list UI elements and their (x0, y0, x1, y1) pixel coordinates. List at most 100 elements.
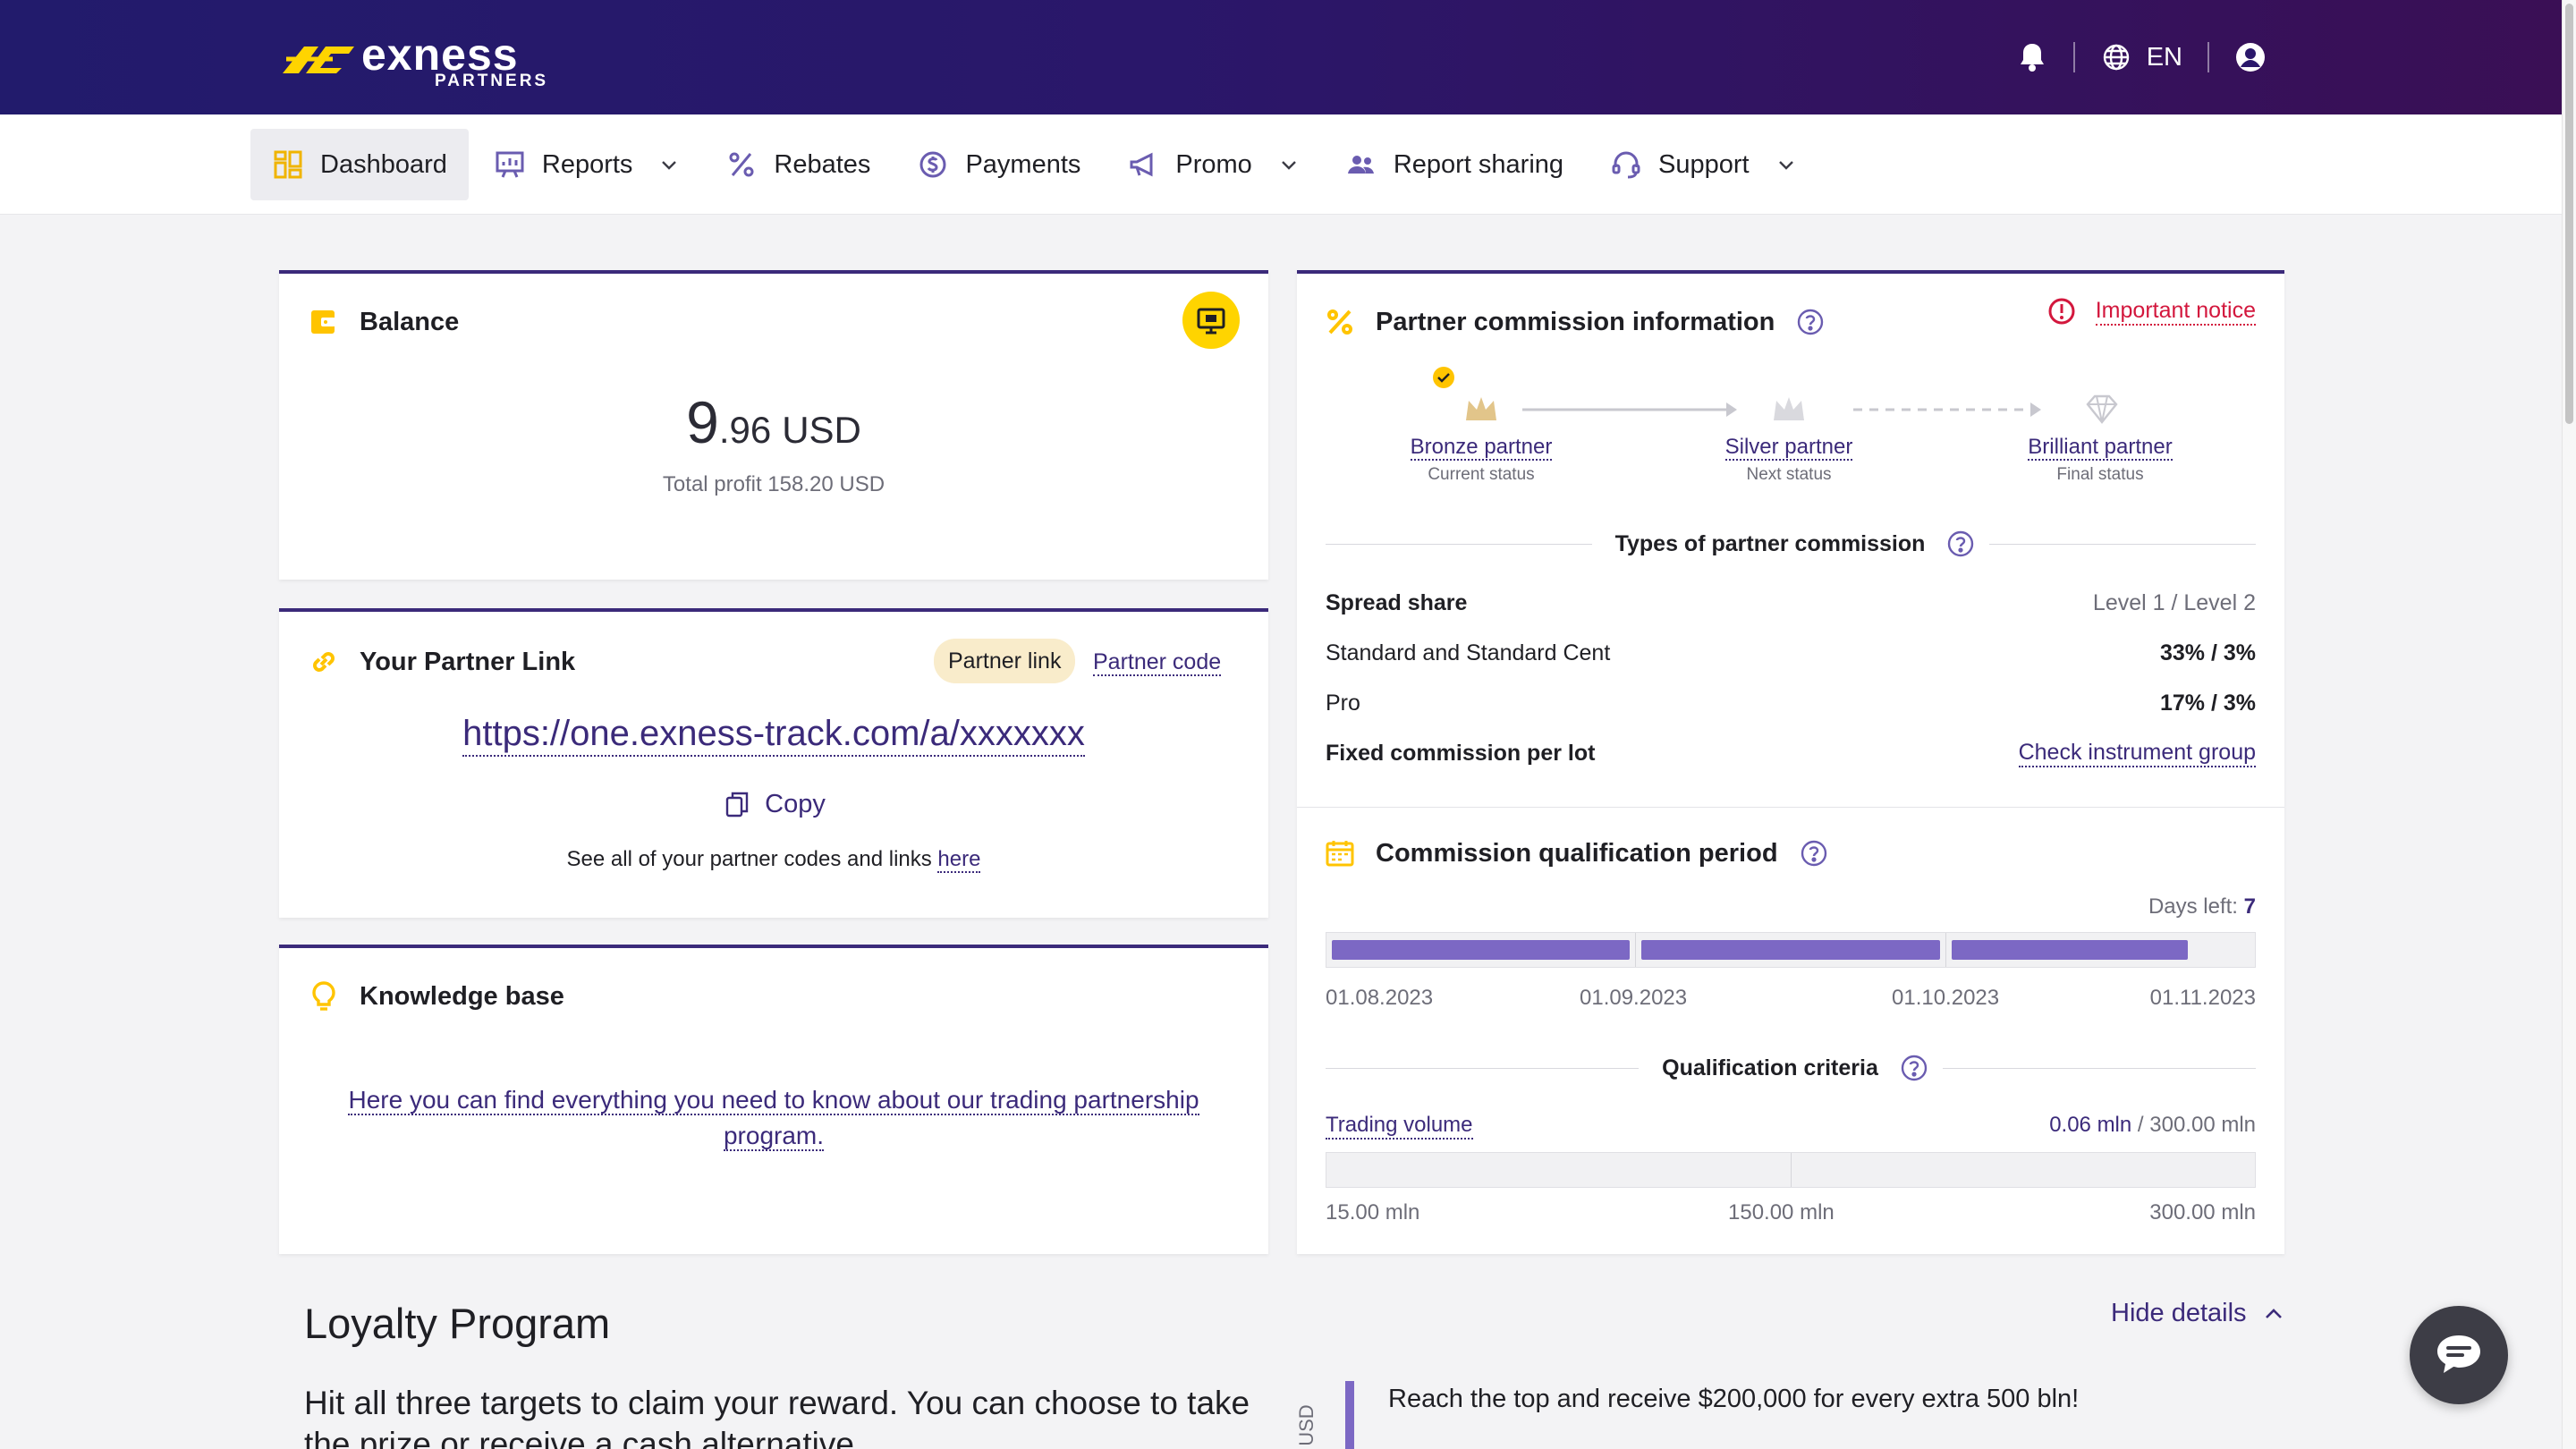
header-actions: EN (2016, 36, 2267, 79)
globe-icon[interactable] (2100, 41, 2132, 73)
loyalty-title: Loyalty Program (304, 1300, 611, 1347)
main-navigation: Dashboard Reports Rebates Payments Promo… (0, 114, 2562, 215)
help-icon[interactable] (1796, 308, 1825, 336)
chart-board-icon (494, 148, 526, 181)
chevron-up-icon (2265, 1308, 2282, 1318)
tab-partner-code[interactable]: Partner code (1093, 649, 1222, 676)
loyalty-description: Hit all three targets to claim your rewa… (304, 1385, 1250, 1449)
nav-label: Rebates (774, 149, 871, 179)
hide-details-button[interactable]: Hide details (2111, 1299, 2286, 1328)
header-divider (2207, 42, 2209, 72)
crown-silver-icon (1774, 397, 1804, 420)
dashboard-icon (272, 148, 304, 181)
nav-rebates[interactable]: Rebates (704, 129, 892, 200)
nav-label: Support (1658, 149, 1750, 179)
balance-card: Balance 9.96 USD Total profit 158.20 USD (279, 270, 1268, 580)
check-badge-icon (1433, 367, 1454, 388)
table-row: Pro 17% / 3% (1326, 690, 2256, 716)
period-date: 01.10.2023 (1892, 986, 2000, 1010)
volume-segment (1792, 1153, 2256, 1187)
status-bronze[interactable]: Bronze partner Current status (1383, 435, 1580, 485)
volume-tick: 15.00 mln (1326, 1200, 1420, 1224)
nav-label: Promo (1175, 149, 1252, 179)
see-all-codes: See all of your partner codes and links … (566, 847, 981, 873)
lightbulb-icon (308, 980, 340, 1013)
volume-tick: 300.00 mln (2149, 1200, 2256, 1224)
brand-name: exness (361, 30, 519, 80)
commission-types-heading: Types of partner commission (1326, 530, 2256, 558)
important-notice-link[interactable]: Important notice (2047, 297, 2256, 326)
copy-button[interactable]: Copy (279, 789, 1268, 819)
balance-integer: 9 (686, 389, 719, 455)
scrollbar-thumb[interactable] (2565, 4, 2573, 424)
period-segment (1946, 933, 2255, 967)
help-icon[interactable] (1900, 1054, 1928, 1082)
table-row: Standard and Standard Cent 33% / 3% (1326, 640, 2256, 665)
exness-logo[interactable]: exness PARTNERS (279, 30, 546, 90)
knowledge-base-title: Knowledge base (308, 980, 564, 1013)
trading-volume-value: 0.06 mln / 300.00 mln (2049, 1113, 2256, 1137)
commission-card: Partner commission information Important… (1297, 270, 2284, 1254)
status-silver[interactable]: Silver partner Next status (1690, 435, 1887, 485)
days-left: Days left: 7 (2148, 894, 2256, 919)
period-segment (1636, 933, 1946, 967)
headset-icon (1610, 148, 1642, 181)
partner-url[interactable]: https://one.exness-track.com/a/xxxxxxx (279, 714, 1268, 757)
volume-segment (1326, 1153, 1792, 1187)
copy-icon (722, 789, 752, 819)
user-circle-icon[interactable] (2234, 41, 2267, 73)
partner-status-track: Bronze partner Current status Silver par… (1297, 367, 2284, 488)
balance-amount: 9.96 USD (279, 388, 1268, 456)
table-row: Fixed commission per lot Check instrumen… (1326, 739, 2256, 767)
nav-reports[interactable]: Reports (472, 129, 701, 200)
users-icon (1345, 148, 1377, 181)
language-selector[interactable]: EN (2147, 43, 2182, 72)
nav-report-sharing[interactable]: Report sharing (1324, 129, 1585, 200)
page-scrollbar[interactable] (2562, 0, 2576, 1449)
bell-icon[interactable] (2016, 41, 2048, 73)
commission-title: Partner commission information (1324, 306, 1825, 338)
loyalty-bar (1345, 1381, 1354, 1449)
help-icon[interactable] (1800, 839, 1828, 868)
period-fill (1641, 940, 1940, 960)
percent-icon (1324, 306, 1356, 338)
trading-volume-link[interactable]: Trading volume (1326, 1113, 1473, 1140)
section-divider (1297, 807, 2284, 808)
status-brilliant[interactable]: Brilliant partner Final status (2002, 435, 2199, 485)
period-dates: 01.08.2023 01.09.2023 01.10.2023 01.11.2… (1326, 986, 2256, 1013)
calendar-icon (1324, 837, 1356, 869)
nav-label: Payments (965, 149, 1081, 179)
nav-dashboard[interactable]: Dashboard (250, 129, 469, 200)
nav-label: Report sharing (1393, 149, 1564, 179)
chevron-down-icon (659, 155, 679, 174)
tab-partner-link[interactable]: Partner link (934, 639, 1076, 683)
balance-decimal: .96 (718, 409, 772, 451)
partner-link-title: Your Partner Link (308, 646, 575, 678)
see-all-link[interactable]: here (937, 847, 981, 873)
period-segment (1326, 933, 1637, 967)
chevron-down-icon (1279, 155, 1299, 174)
check-instrument-group-link[interactable]: Check instrument group (2018, 740, 2256, 767)
help-icon[interactable] (1946, 530, 1975, 558)
nav-support[interactable]: Support (1589, 129, 1818, 200)
trading-volume-row: Trading volume 0.06 mln / 300.00 mln (1326, 1113, 2256, 1140)
nav-label: Reports (541, 149, 633, 179)
knowledge-base-card: Knowledge base Here you can find everyth… (279, 945, 1268, 1254)
exness-logo-mark-icon (283, 47, 354, 73)
volume-ticks: 15.00 mln 150.00 mln 300.00 mln (1326, 1200, 2256, 1227)
commission-table: Spread share Level 1 / Level 2 Standard … (1326, 578, 2256, 778)
dollar-circle-icon (917, 148, 949, 181)
total-profit: Total profit 158.20 USD (662, 472, 886, 496)
chat-button[interactable] (2410, 1306, 2508, 1404)
knowledge-base-link[interactable]: Here you can find everything you need to… (315, 1082, 1233, 1154)
link-icon (308, 646, 340, 678)
volume-tick: 150.00 mln (1728, 1200, 1835, 1224)
percent-icon (725, 148, 758, 181)
table-row: Spread share Level 1 / Level 2 (1326, 589, 2256, 615)
rewards-button[interactable] (1182, 292, 1240, 349)
nav-promo[interactable]: Promo (1106, 129, 1319, 200)
period-date: 01.09.2023 (1580, 986, 1688, 1010)
period-date: 01.08.2023 (1326, 986, 1434, 1010)
nav-payments[interactable]: Payments (895, 129, 1102, 200)
chevron-down-icon (1776, 155, 1796, 174)
